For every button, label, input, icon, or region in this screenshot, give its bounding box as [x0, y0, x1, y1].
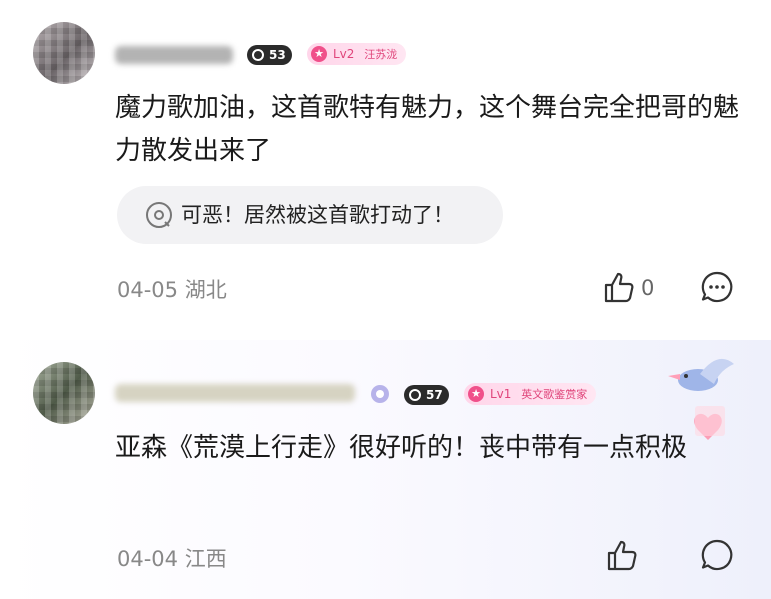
avatar[interactable] — [33, 22, 95, 84]
fan-badge[interactable]: ★ Lv1 英文歌鉴赏家 — [464, 383, 597, 405]
level-badge: 57 — [404, 385, 449, 405]
like-count: 0 — [641, 276, 655, 300]
comment-item: 53 ★ Lv2 汪苏泷 魔力歌加油，这首歌特有魅力，这个舞台完全把哥的魅力散发… — [0, 0, 771, 340]
reply-quote[interactable]: 可恶！居然被这首歌打动了！ — [117, 186, 503, 244]
username-blurred[interactable] — [115, 46, 233, 64]
comment-date: 04-04 — [117, 547, 179, 571]
comment-text: 亚森《荒漠上行走》很好听的！丧中带有一点积极 — [115, 433, 688, 463]
avatar[interactable] — [33, 362, 95, 424]
level-badge: 53 — [247, 45, 292, 65]
comment-meta: 04-05 湖北 — [117, 274, 227, 304]
decoration-badge-icon — [371, 385, 389, 403]
comment-location: 江西 — [184, 547, 227, 571]
comment-meta: 04-04 江西 — [117, 543, 227, 573]
comment-date: 04-05 — [117, 278, 179, 302]
fan-badge[interactable]: ★ Lv2 汪苏泷 — [307, 43, 407, 65]
username-blurred[interactable] — [115, 384, 355, 402]
star-icon: ★ — [311, 46, 327, 62]
comment-bubble-icon[interactable] — [700, 538, 734, 572]
thumbs-up-icon[interactable] — [606, 538, 640, 572]
vinyl-icon — [146, 202, 172, 228]
comment-item: 57 ★ Lv1 英文歌鉴赏家 亚森《荒漠上行走》很好听的！丧中带有一点积极 0… — [0, 340, 771, 599]
comment-bubble-icon[interactable] — [700, 270, 734, 304]
comment-location: 湖北 — [184, 278, 227, 302]
comment-text: 魔力歌加油，这首歌特有魅力，这个舞台完全把哥的魅力散发出来了 — [115, 93, 740, 166]
thumbs-up-icon[interactable] — [603, 270, 637, 304]
star-icon: ★ — [468, 386, 484, 402]
